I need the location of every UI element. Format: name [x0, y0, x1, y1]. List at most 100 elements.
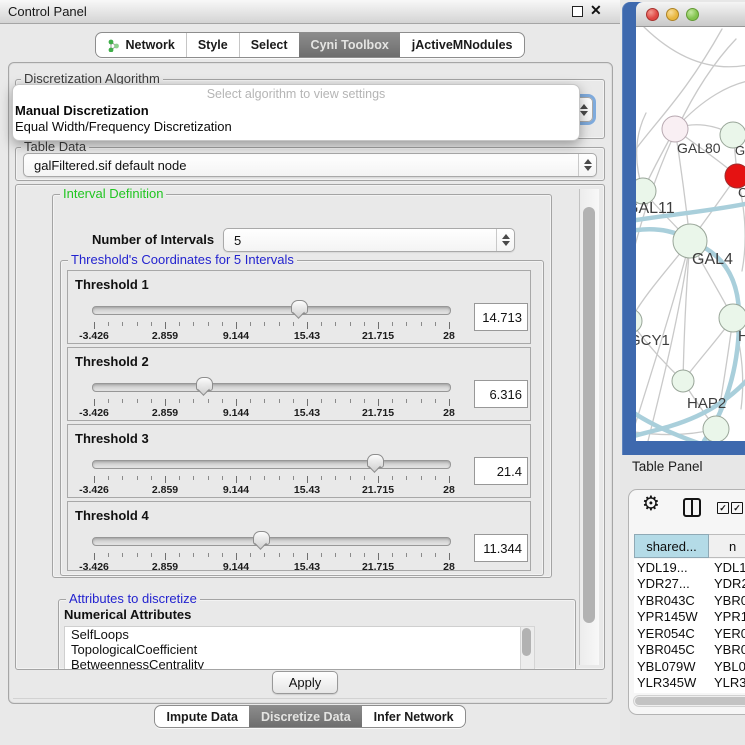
- list-scrollbar[interactable]: [520, 626, 535, 670]
- cell-name: YDR2: [709, 576, 745, 591]
- threshold-slider-thumb[interactable]: [291, 300, 308, 314]
- tab-cyni-toolbox[interactable]: Cyni Toolbox: [299, 33, 400, 57]
- gear-icon[interactable]: ⚙: [642, 491, 660, 515]
- cell-name: YBR0: [709, 593, 745, 608]
- tick-label: -3.426: [79, 484, 109, 496]
- cell-shared-name: YBR043C: [634, 593, 709, 608]
- tab-network[interactable]: Network: [96, 33, 185, 57]
- table-row[interactable]: YBR045CYBR0: [634, 642, 745, 659]
- tick-mark: [250, 322, 251, 326]
- tick-mark: [392, 322, 393, 326]
- threshold-coordinates-title: Threshold's Coordinates for 5 Intervals: [68, 253, 297, 266]
- tab-jactivemnodules[interactable]: jActiveMNodules: [400, 33, 524, 57]
- algorithm-option[interactable]: Equal Width/Frequency Discretization: [13, 119, 579, 135]
- tick-mark: [392, 399, 393, 403]
- tick-mark: [378, 476, 379, 483]
- tick-mark: [435, 553, 436, 557]
- threshold-slider-track[interactable]: [92, 537, 451, 546]
- threshold-slider-thumb[interactable]: [253, 531, 270, 545]
- node-label-g-: G.: [735, 143, 745, 158]
- tick-mark: [350, 399, 351, 403]
- table-header-shared-name[interactable]: shared...: [634, 534, 709, 558]
- numerical-attributes-list[interactable]: SelfLoopsTopologicalCoefficientBetweenne…: [64, 626, 522, 670]
- tick-mark: [350, 476, 351, 480]
- tab-discretize-data[interactable]: Discretize Data: [249, 706, 362, 727]
- combobox-stepper-icon[interactable]: [496, 229, 514, 251]
- network-view-canvas[interactable]: GAL80G.CGAL11GAL4GCY1HHAP2: [636, 27, 745, 441]
- tick-mark: [236, 476, 237, 483]
- threshold-slider-thumb[interactable]: [367, 454, 384, 468]
- tick-mark: [321, 476, 322, 480]
- table-row[interactable]: YIL052CYIL0: [634, 691, 745, 693]
- threshold-value-field[interactable]: 6.316: [474, 380, 528, 408]
- list-item[interactable]: SelfLoops: [65, 627, 521, 642]
- cell-name: YLR3: [709, 675, 745, 690]
- cell-shared-name: YDL19...: [634, 560, 709, 575]
- table-row[interactable]: YDR27...YDR2: [634, 576, 745, 593]
- tick-mark: [94, 322, 95, 329]
- tick-label: 21.715: [362, 330, 394, 342]
- tick-mark: [264, 322, 265, 326]
- table-data-combobox[interactable]: galFiltered.sif default node: [23, 153, 597, 177]
- tick-mark: [279, 553, 280, 557]
- numerical-attributes-label: Numerical Attributes: [64, 607, 191, 622]
- traffic-light-close-icon[interactable]: [646, 8, 659, 21]
- threshold-value-field[interactable]: 14.713: [474, 303, 528, 331]
- threshold-label: Threshold 4: [75, 508, 149, 523]
- algorithm-option[interactable]: Manual Discretization: [13, 103, 579, 119]
- float-window-icon[interactable]: [572, 6, 583, 17]
- traffic-light-minimize-icon[interactable]: [666, 8, 679, 21]
- tick-label: 9.144: [223, 407, 249, 419]
- tick-label: 15.43: [294, 407, 320, 419]
- table-row[interactable]: YBR043CYBR0: [634, 592, 745, 609]
- tick-label: 9.144: [223, 484, 249, 496]
- tick-label: 28: [443, 561, 455, 573]
- tick-mark: [137, 399, 138, 403]
- combobox-stepper-icon[interactable]: [578, 154, 596, 176]
- table-row[interactable]: YLR345WYLR3: [634, 675, 745, 692]
- split-view-icon[interactable]: [683, 498, 701, 517]
- tab-infer-network[interactable]: Infer Network: [362, 706, 465, 727]
- number-of-intervals-combobox[interactable]: 5: [223, 228, 515, 252]
- table-row[interactable]: YER054CYER0: [634, 625, 745, 642]
- threshold-label: Threshold 1: [75, 277, 149, 292]
- threshold-slider-track[interactable]: [92, 383, 451, 392]
- bottom-node[interactable]: [703, 416, 729, 441]
- main-scrollbar[interactable]: [579, 189, 599, 665]
- close-icon[interactable]: ✕: [590, 2, 602, 19]
- tick-mark: [208, 476, 209, 480]
- table-header-name[interactable]: n: [709, 534, 745, 558]
- network-window-titlebar[interactable]: [636, 2, 745, 27]
- checkbox-icon[interactable]: ✓: [731, 502, 743, 514]
- tick-mark: [236, 322, 237, 329]
- traffic-light-zoom-icon[interactable]: [686, 8, 699, 21]
- horizontal-scrollbar-thumb[interactable]: [635, 697, 745, 705]
- hap2-node[interactable]: [672, 370, 694, 392]
- threshold-slider-track[interactable]: [92, 306, 451, 315]
- gcy1-node[interactable]: [636, 309, 642, 333]
- tab-impute-data[interactable]: Impute Data: [155, 706, 249, 727]
- checkbox-icon[interactable]: ✓: [717, 502, 729, 514]
- table-row[interactable]: YBL079WYBL0: [634, 658, 745, 675]
- list-item[interactable]: TopologicalCoefficient: [65, 642, 521, 657]
- apply-button[interactable]: Apply: [272, 671, 338, 694]
- tick-label: 15.43: [294, 484, 320, 496]
- list-scrollbar-thumb[interactable]: [522, 628, 531, 656]
- table-rows: YDL19...YDL1YDR27...YDR2YBR043CYBR0YPR14…: [634, 559, 745, 693]
- list-item[interactable]: BetweennessCentrality: [65, 657, 521, 670]
- table-row[interactable]: YPR145WYPR1: [634, 609, 745, 626]
- tab-select[interactable]: Select: [239, 33, 299, 57]
- threshold-slider-thumb[interactable]: [196, 377, 213, 391]
- tab-style[interactable]: Style: [186, 33, 239, 57]
- horizontal-scrollbar[interactable]: [633, 695, 745, 707]
- threshold-value-field[interactable]: 21.4: [474, 457, 528, 485]
- tick-label: -3.426: [79, 561, 109, 573]
- threshold-slider-track[interactable]: [92, 460, 451, 469]
- table-panel: ⚙ ✓ ✓ shared... n YDL19...YDL1YDR27...YD…: [628, 489, 745, 715]
- threshold-value-field[interactable]: 11.344: [474, 534, 528, 562]
- table-row[interactable]: YDL19...YDL1: [634, 559, 745, 576]
- gal80-node[interactable]: [662, 116, 688, 142]
- main-scrollbar-thumb[interactable]: [583, 207, 595, 623]
- network-edge[interactable]: [644, 27, 745, 67]
- tick-mark: [449, 553, 450, 560]
